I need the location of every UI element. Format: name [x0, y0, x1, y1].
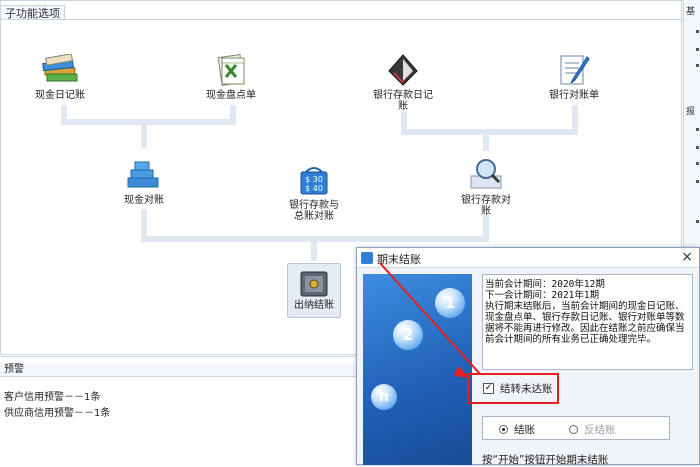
- node-cash-journal[interactable]: 现金日记账: [15, 53, 105, 101]
- right-tab-report[interactable]: 报: [686, 104, 699, 118]
- bullet: [696, 64, 699, 67]
- panel-tab-divider: [1, 19, 681, 20]
- warning-item-supplier[interactable]: 供应商信用预警－－1条: [4, 404, 110, 419]
- bullet: [696, 128, 699, 131]
- magnifier-icon: [466, 158, 506, 192]
- node-bank-vs-gl[interactable]: $ 30 $ 40 银行存款与总账对账: [269, 163, 359, 222]
- node-label: 银行对账单: [549, 90, 599, 101]
- bubble-2: 2: [393, 320, 423, 350]
- period-info-text: 当前会计期间：2020年12期 下一会计期间：2021年1期 执行期末结账后，当…: [485, 279, 685, 345]
- bullet: [696, 180, 699, 183]
- connector: [401, 129, 578, 135]
- radio-dot[interactable]: [569, 425, 578, 434]
- warning-item-customer[interactable]: 客户信用预警－－1条: [4, 388, 100, 403]
- close-mode-group: 结账 反结账: [482, 416, 670, 440]
- connector: [61, 105, 67, 125]
- node-label: 现金日记账: [35, 90, 85, 101]
- node-bank-statement[interactable]: 银行对账单: [529, 53, 619, 101]
- node-cash-count[interactable]: 现金盘点单: [186, 53, 276, 101]
- svg-text:$ 30: $ 30: [305, 175, 323, 184]
- document-pen-icon: [554, 53, 594, 87]
- connector: [572, 105, 578, 133]
- period-info-box: 当前会计期间：2020年12期 下一会计期间：2021年1期 执行期末结账后，当…: [482, 274, 693, 370]
- dialog-titlebar[interactable]: 期末结账 ×: [357, 248, 699, 268]
- connector: [401, 111, 407, 133]
- node-cash-reconcile[interactable]: 现金对账: [99, 158, 189, 206]
- node-label: 银行存款与总账对账: [289, 200, 339, 222]
- close-icon[interactable]: ×: [681, 249, 693, 265]
- annotation-highlight-box: [467, 373, 559, 404]
- annotation-arrowhead-icon: [454, 366, 470, 378]
- bullet: [696, 30, 699, 33]
- app-logo-icon: [361, 252, 373, 264]
- panel-tab-title[interactable]: 子功能选项: [1, 5, 65, 20]
- bullet: [696, 146, 699, 149]
- radio-close[interactable]: 结账: [499, 422, 535, 437]
- node-label: 出纳结账: [294, 300, 334, 311]
- spreadsheet-icon: [211, 53, 251, 87]
- cash-stack-icon: [124, 158, 164, 192]
- node-bank-deposit-journal[interactable]: 银行存款日记账: [358, 53, 448, 112]
- bullet: [696, 162, 699, 165]
- bubble-1: 1: [435, 288, 465, 318]
- connector: [141, 123, 147, 148]
- connector: [61, 119, 236, 125]
- radio-close-label: 结账: [514, 424, 535, 436]
- node-cashier-close[interactable]: 出纳结账: [269, 263, 359, 318]
- node-label: 银行存款日记账: [373, 90, 433, 112]
- bubble-n: n: [371, 384, 397, 410]
- node-label: 现金盘点单: [206, 90, 256, 101]
- bullet: [696, 48, 699, 51]
- books-icon: [40, 53, 80, 87]
- cashier-close-tile: 出纳结账: [287, 263, 341, 318]
- node-label: 现金对账: [124, 195, 164, 206]
- bullet: [696, 220, 699, 223]
- warning-panel: 预警 客户信用预警－－1条 供应商信用预警－－1条: [0, 356, 360, 465]
- connector: [483, 133, 489, 151]
- safe-icon: [298, 270, 330, 298]
- node-label: 银行存款对账: [461, 195, 511, 217]
- money-basket-icon: $ 30 $ 40: [294, 163, 334, 197]
- period-end-close-dialog: 期末结账 × 1 2 n 当前会计期间：2020年12期 下一会计期间：2021…: [356, 247, 700, 466]
- svg-text:$ 40: $ 40: [305, 184, 323, 193]
- warning-panel-title: 预警: [0, 363, 360, 377]
- radio-unclose-label: 反结账: [584, 424, 616, 436]
- connector: [141, 209, 147, 239]
- right-tab-basic[interactable]: 基: [686, 4, 699, 18]
- ledger-icon: [383, 53, 423, 87]
- connector: [311, 239, 317, 261]
- node-bank-reconcile[interactable]: 银行存款对账: [441, 158, 531, 217]
- radio-dot[interactable]: [499, 425, 508, 434]
- radio-unclose[interactable]: 反结账: [569, 422, 616, 437]
- connector: [230, 105, 236, 125]
